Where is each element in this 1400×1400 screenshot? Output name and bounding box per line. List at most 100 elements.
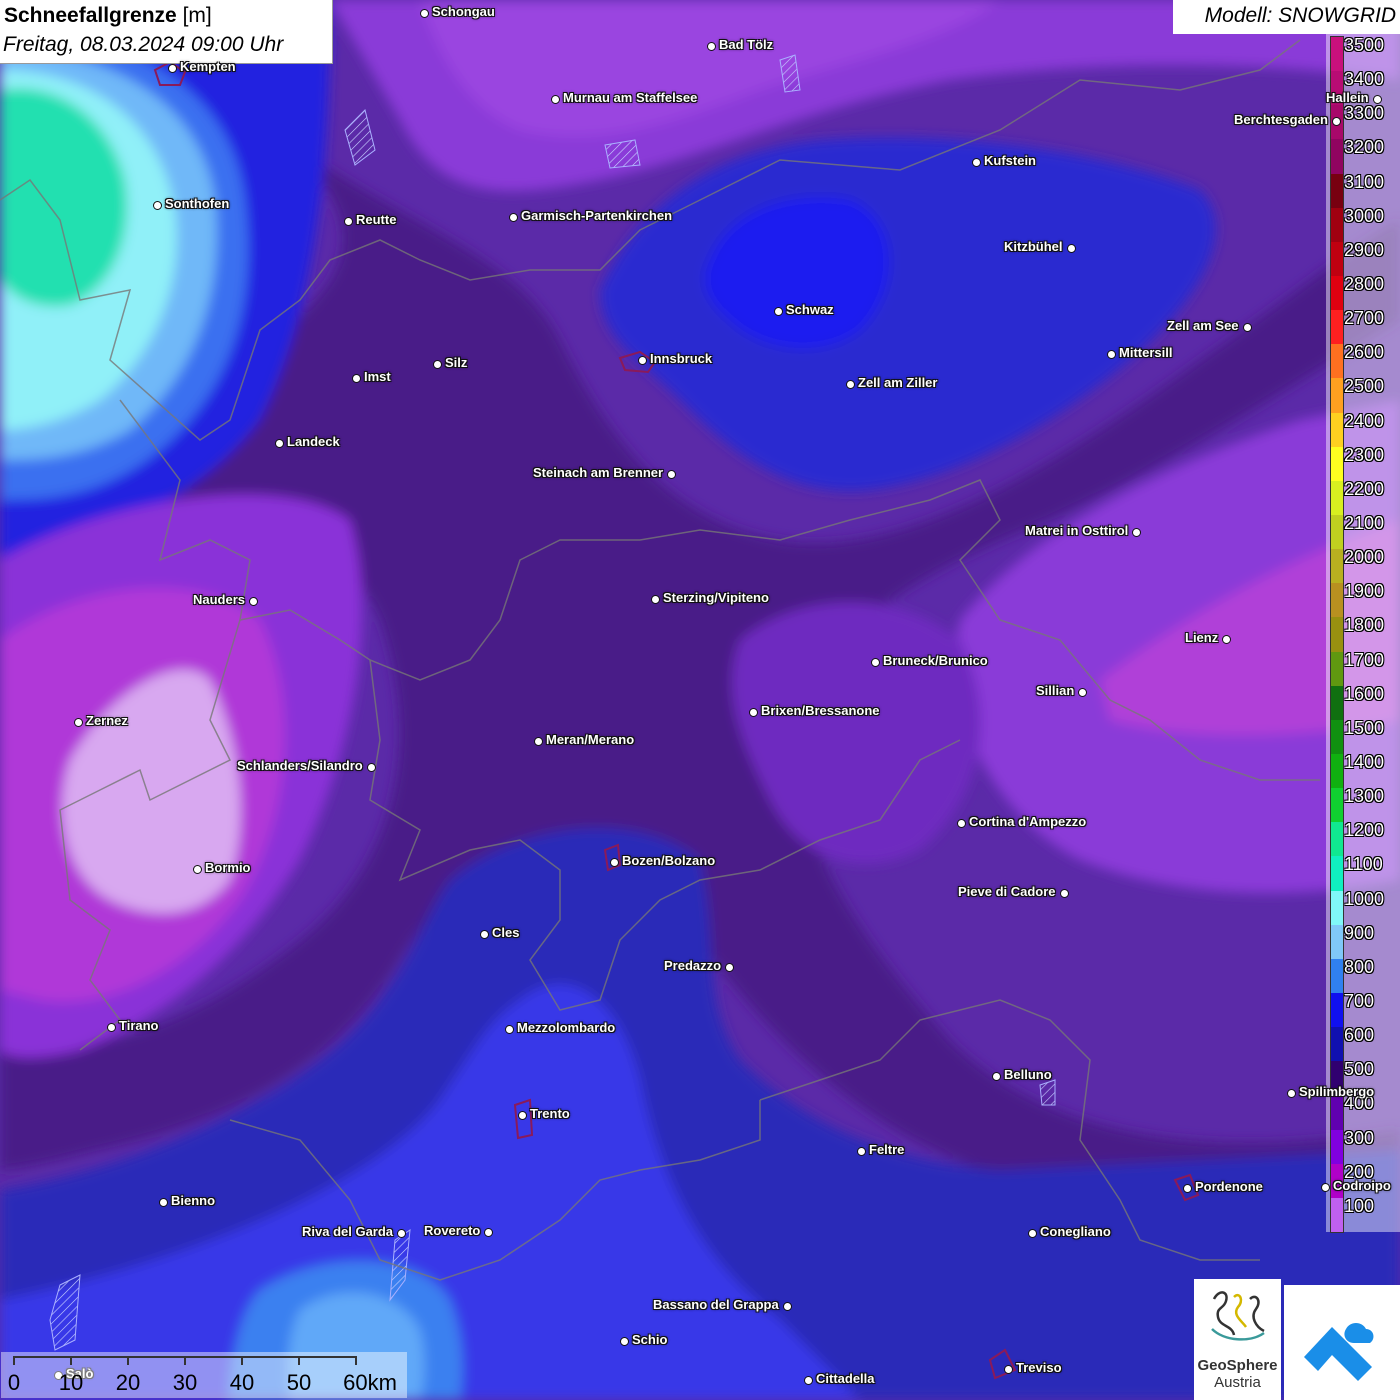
city-marker-icon	[1321, 1183, 1330, 1192]
city-label: Mittersill	[1119, 345, 1173, 360]
city-label: Zell am Ziller	[858, 375, 938, 390]
scale-label: 50	[286, 1370, 312, 1395]
city-marker-icon	[774, 307, 783, 316]
map-title: Schneefallgrenze [m]	[4, 4, 212, 28]
city-label: Kitzbühel	[1004, 239, 1063, 254]
legend-label: 600	[1344, 1025, 1375, 1046]
legend-label: 1700	[1344, 649, 1385, 670]
legend-label: 3500	[1344, 35, 1385, 55]
city-marker-icon	[480, 930, 489, 939]
legend-label: 3000	[1344, 205, 1385, 226]
city-label: Cortina d'Ampezzo	[969, 814, 1087, 829]
city-label: Kufstein	[984, 153, 1036, 168]
legend-swatch	[1331, 754, 1343, 789]
legend-label: 500	[1344, 1059, 1375, 1080]
scale-label: 20	[115, 1370, 141, 1395]
legend-label: 2100	[1344, 513, 1385, 533]
legend-swatch	[1331, 685, 1343, 721]
city-marker-icon	[249, 597, 258, 606]
city-label: Belluno	[1004, 1067, 1052, 1082]
legend-swatch	[1331, 549, 1343, 584]
legend-swatch	[1331, 1129, 1343, 1165]
legend-label: 3400	[1344, 69, 1385, 90]
city-marker-icon	[610, 858, 619, 867]
model-label-box: Modell: SNOWGRID	[1173, 0, 1400, 34]
city-marker-icon	[1028, 1229, 1037, 1238]
city-label: Hallein	[1326, 90, 1369, 105]
legend-label: 3200	[1344, 137, 1385, 158]
city-label: Schongau	[432, 4, 495, 19]
scale-tick	[298, 1356, 300, 1365]
color-legend-bar	[1330, 36, 1344, 1233]
legend-label: 700	[1344, 991, 1375, 1011]
legend-swatch	[1331, 890, 1343, 926]
legend-swatch	[1331, 1027, 1343, 1062]
city-marker-icon	[1004, 1365, 1013, 1374]
city-label: Bad Tölz	[719, 37, 774, 52]
city-label: Sonthofen	[165, 196, 230, 211]
city-marker-icon	[1183, 1184, 1192, 1193]
geosphere-logo-line2: Austria	[1214, 1374, 1261, 1391]
legend-label: 2700	[1344, 308, 1385, 329]
city-label: Steinach am Brenner	[533, 465, 664, 480]
city-marker-icon	[992, 1072, 1001, 1081]
legend-label: 2500	[1344, 376, 1385, 397]
scale-label: 40	[229, 1370, 255, 1395]
city-marker-icon	[420, 9, 429, 18]
legend-swatch	[1331, 412, 1343, 448]
city-marker-icon	[344, 217, 353, 226]
legend-label: 1800	[1344, 615, 1385, 636]
legend-label: 900	[1344, 922, 1375, 943]
legend-swatch	[1331, 719, 1343, 755]
city-label: Meran/Merano	[546, 732, 635, 747]
city-marker-icon	[352, 374, 361, 383]
legend-swatch	[1331, 480, 1343, 516]
legend-swatch	[1331, 924, 1343, 960]
city-marker-icon	[1373, 95, 1382, 104]
city-label: Bassano del Grappa	[653, 1297, 779, 1312]
legend-label: 3100	[1344, 171, 1385, 192]
city-label: Cittadella	[816, 1371, 875, 1386]
city-label: Trento	[530, 1106, 570, 1121]
city-label: Schio	[632, 1332, 668, 1347]
city-label: Kempten	[180, 59, 236, 74]
city-marker-icon	[509, 213, 518, 222]
city-marker-icon	[397, 1229, 406, 1238]
legend-swatch	[1331, 276, 1343, 311]
scale-label: 30	[172, 1370, 198, 1395]
city-marker-icon	[1067, 244, 1076, 253]
city-label: Innsbruck	[650, 351, 713, 366]
city-marker-icon	[725, 963, 734, 972]
geosphere-emblem-icon	[1211, 1291, 1265, 1341]
city-label: Schlanders/Silandro	[237, 758, 363, 773]
city-label: Conegliano	[1040, 1224, 1111, 1239]
city-label: Treviso	[1016, 1360, 1062, 1375]
map-title-box: Schneefallgrenze [m] Freitag, 08.03.2024…	[0, 0, 333, 64]
legend-swatch	[1331, 139, 1343, 175]
city-marker-icon	[638, 356, 647, 365]
legend-label: 2300	[1344, 444, 1385, 465]
legend-swatch	[1331, 617, 1343, 653]
city-label: Bruneck/Brunico	[883, 653, 988, 668]
legend-label: 1000	[1344, 888, 1385, 909]
map-stage: Schneefallgrenze [m] Freitag, 08.03.2024…	[0, 0, 1400, 1400]
scale-tick	[70, 1356, 72, 1365]
city-marker-icon	[783, 1302, 792, 1311]
city-marker-icon	[518, 1111, 527, 1120]
city-label: Bienno	[171, 1193, 216, 1208]
city-marker-icon	[1222, 635, 1231, 644]
city-marker-icon	[972, 158, 981, 167]
city-marker-icon	[871, 658, 880, 667]
city-label: Matrei in Osttirol	[1025, 523, 1129, 538]
scale-label: 60km	[343, 1370, 397, 1395]
city-marker-icon	[1107, 350, 1116, 359]
scale-tick	[241, 1356, 243, 1365]
city-label: Berchtesgaden	[1234, 112, 1328, 127]
city-marker-icon	[804, 1376, 813, 1385]
parameter-unit: [m]	[182, 4, 212, 27]
legend-label: 1100	[1344, 854, 1383, 875]
legend-label: 1600	[1344, 683, 1385, 704]
city-label: Schwaz	[786, 302, 834, 317]
legend-label: 1300	[1344, 786, 1385, 807]
city-label: Feltre	[869, 1142, 905, 1157]
